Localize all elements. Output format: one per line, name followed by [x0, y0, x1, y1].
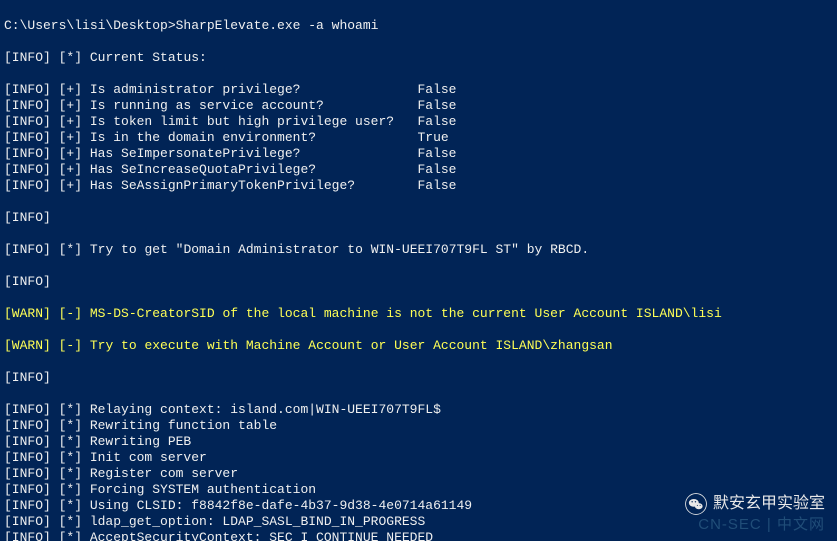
command-prompt: C:\Users\lisi\Desktop>SharpElevate.exe -…: [4, 18, 833, 34]
level-warn: [WARN]: [4, 306, 51, 321]
status-check-line: [INFO] [+] Is token limit but high privi…: [4, 114, 833, 130]
relay-line: [INFO] [*] Relaying context: island.com|…: [4, 402, 833, 418]
status-header: Current Status:: [90, 50, 207, 65]
relay-line: [INFO] [*] ldap_get_option: LDAP_SASL_BI…: [4, 514, 833, 530]
terminal-output: C:\Users\lisi\Desktop>SharpElevate.exe -…: [0, 0, 837, 541]
status-check-line: [INFO] [+] Is running as service account…: [4, 98, 833, 114]
status-check-line: [INFO] [+] Has SeImpersonatePrivilege? F…: [4, 146, 833, 162]
level-info: [INFO]: [4, 50, 51, 65]
relay-line: [INFO] [*] Forcing SYSTEM authentication: [4, 482, 833, 498]
blank-info-line: [INFO]: [4, 274, 833, 290]
rbcd-try-line: [INFO] [*] Try to get "Domain Administra…: [4, 242, 833, 258]
warn-line-2: [WARN] [-] Try to execute with Machine A…: [4, 338, 833, 354]
blank-info-line: [INFO]: [4, 370, 833, 386]
status-check-line: [INFO] [+] Has SeAssignPrimaryTokenPrivi…: [4, 178, 833, 194]
relay-line: [INFO] [*] Register com server: [4, 466, 833, 482]
warn-text-2: Try to execute with Machine Account or U…: [90, 338, 613, 353]
blank-info-line: [INFO]: [4, 210, 833, 226]
relay-line: [INFO] [*] AcceptSecurityContext: SEC_I_…: [4, 530, 833, 541]
mark-star: [*]: [59, 50, 82, 65]
relay-line: [INFO] [*] Init com server: [4, 450, 833, 466]
relay-line: [INFO] [*] Rewriting PEB: [4, 434, 833, 450]
status-checks: [INFO] [+] Is administrator privilege? F…: [4, 82, 833, 194]
relay-line: [INFO] [*] Rewriting function table: [4, 418, 833, 434]
status-check-line: [INFO] [+] Is in the domain environment?…: [4, 130, 833, 146]
level-warn: [WARN]: [4, 338, 51, 353]
rbcd-try-text: Try to get "Domain Administrator to WIN-…: [90, 242, 589, 257]
status-check-line: [INFO] [+] Has SeIncreaseQuotaPrivilege?…: [4, 162, 833, 178]
status-check-line: [INFO] [+] Is administrator privilege? F…: [4, 82, 833, 98]
warn-line-1: [WARN] [-] MS-DS-CreatorSID of the local…: [4, 306, 833, 322]
warn-text-1: MS-DS-CreatorSID of the local machine is…: [90, 306, 722, 321]
status-header-line: [INFO] [*] Current Status:: [4, 50, 833, 66]
relay-block: [INFO] [*] Relaying context: island.com|…: [4, 402, 833, 541]
relay-line: [INFO] [*] Using CLSID: f8842f8e-dafe-4b…: [4, 498, 833, 514]
